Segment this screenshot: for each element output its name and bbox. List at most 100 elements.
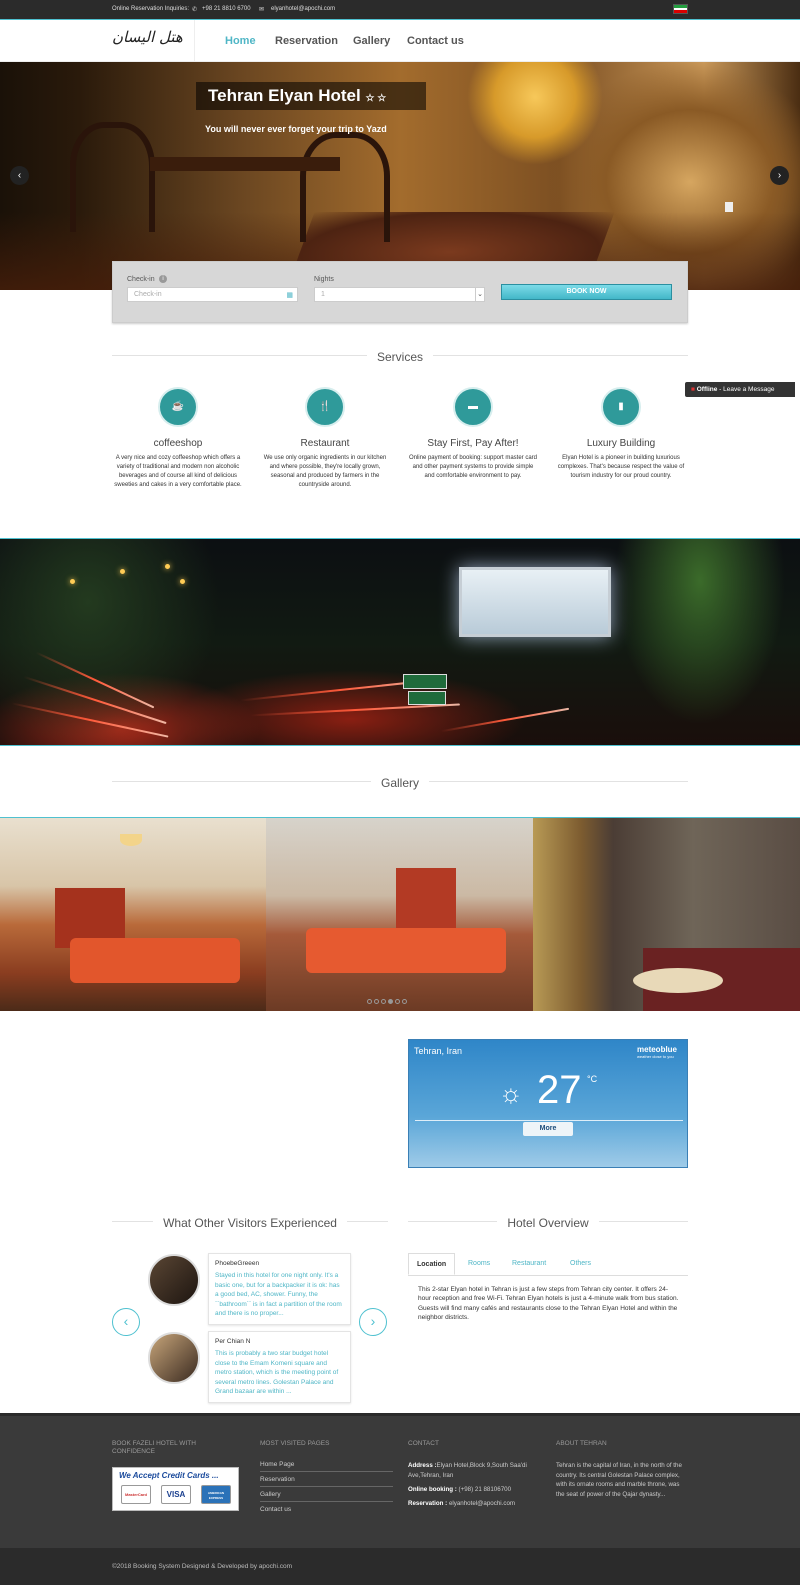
service-title: coffeeshop [153, 438, 203, 449]
iran-flag-icon[interactable] [673, 4, 688, 14]
street-light [165, 564, 170, 569]
gallery-image[interactable] [0, 818, 266, 1011]
wall-switch [725, 202, 733, 212]
gallery-image[interactable] [533, 818, 800, 1011]
utensils-icon: 🍴 [305, 387, 345, 427]
book-now-button[interactable]: BOOK NOW [501, 284, 672, 300]
checkin-label: Check-in [127, 276, 155, 283]
testimonial-name: PhoebeGreeen [215, 1260, 260, 1267]
service-title: Restaurant [300, 438, 350, 449]
tab-rooms[interactable]: Rooms [460, 1253, 498, 1275]
chevron-right-icon[interactable]: › [359, 1308, 387, 1336]
hotel-logo[interactable]: هتل الیسان [112, 28, 183, 46]
credit-cards-box: We Accept Credit Cards ... MasterCard VI… [112, 1467, 239, 1511]
envelope-icon: ✉ [259, 7, 265, 13]
gallery-carousel[interactable] [0, 817, 800, 1011]
weather-widget[interactable]: Tehran, Iran meteoblue weather close to … [408, 1039, 688, 1168]
service-title: Stay First, Pay After! [427, 438, 519, 449]
chair-image [70, 122, 155, 232]
chevron-right-icon[interactable]: › [770, 166, 789, 185]
calendar-icon[interactable]: ▦ [286, 291, 293, 299]
weather-tagline: weather close to you [637, 1054, 674, 1059]
phone-icon: ✆ [192, 7, 198, 13]
chat-widget[interactable]: ■ Offline - Leave a Message [685, 382, 795, 397]
chat-status: Offline [696, 386, 718, 393]
trees-right [600, 539, 800, 745]
footer-booking: Online booking : (+98) 21 88106700 [408, 1486, 512, 1493]
tab-others[interactable]: Others [562, 1253, 599, 1275]
light-streak [440, 707, 570, 733]
testimonials-heading-wrap: What Other Visitors Experienced [112, 1214, 388, 1232]
amex-icon: AMERICAN EXPRESS [201, 1485, 231, 1504]
hero-title: Tehran Elyan Hotel ☆ ☆ [208, 86, 387, 105]
road-sign [403, 674, 447, 689]
tab-location[interactable]: Location [408, 1253, 456, 1275]
service-text: We use only organic ingredients in our k… [263, 455, 387, 488]
testimonials-title: What Other Visitors Experienced [153, 1216, 347, 1230]
avatar [148, 1332, 200, 1384]
inquiries-label: Online Reservation Inquiries: [112, 6, 190, 12]
overview-title: Hotel Overview [497, 1216, 599, 1230]
services-title: Services [366, 350, 433, 364]
bed-image [306, 928, 506, 973]
table-image [150, 157, 340, 171]
nav-gallery[interactable]: Gallery [353, 35, 390, 47]
city-night-banner [0, 538, 800, 746]
service-text: A very nice and cozy coffeeshop which of… [114, 455, 242, 488]
gallery-heading-wrap: Gallery [0, 774, 800, 792]
nav-contact[interactable]: Contact us [407, 35, 464, 47]
footer-col2-title: MOST VISITED PAGES [260, 1440, 330, 1447]
table-image [633, 968, 723, 993]
avatar [148, 1254, 200, 1306]
site-header: هتل الیسان Home Reservation Gallery Cont… [0, 19, 800, 63]
footer-link-home[interactable]: Home Page [260, 1461, 393, 1472]
footer-address: Address :Elyan Hotel,Block 9,South Saa'd… [408, 1462, 527, 1479]
testimonial-card: Per Chian N This is probably a two star … [208, 1331, 351, 1403]
service-text: Online payment of booking: support maste… [408, 455, 538, 479]
street-light [180, 579, 185, 584]
email-link[interactable]: elyanhotel@apochi.com [271, 6, 335, 12]
credit-card-icon: ▬ [453, 387, 493, 427]
gallery-image[interactable] [266, 818, 533, 1011]
coffee-icon: ☕ [158, 387, 198, 427]
nav-home[interactable]: Home [225, 35, 256, 47]
cards-heading: We Accept Credit Cards ... [119, 1471, 219, 1480]
nav-reservation[interactable]: Reservation [275, 35, 338, 47]
service-text: Elyan Hotel is a pioneer in building lux… [557, 455, 685, 479]
weather-unit: °C [587, 1074, 598, 1084]
road-sign [408, 691, 446, 705]
phone-number[interactable]: +98 21 8810 6700 [202, 6, 251, 12]
testimonial-card: PhoebeGreeen Stayed in this hotel for on… [208, 1253, 351, 1325]
weather-brand[interactable]: meteoblue [637, 1045, 677, 1054]
tab-restaurant[interactable]: Restaurant [504, 1253, 554, 1275]
tabs-baseline [408, 1275, 688, 1276]
chat-action: Leave a Message [723, 386, 775, 393]
booking-form: Check-in i Check-in ▦ Nights 1 ⌄ BOOK NO… [112, 261, 688, 323]
footer-link-contact[interactable]: Contact us [260, 1506, 393, 1516]
footer-link-reservation[interactable]: Reservation [260, 1476, 393, 1487]
more-button[interactable]: More [523, 1122, 573, 1136]
top-bar: Online Reservation Inquiries: ✆ +98 21 8… [0, 0, 800, 19]
info-icon[interactable]: i [159, 275, 167, 283]
star-icons: ☆ ☆ [365, 93, 387, 104]
nights-select[interactable]: 1 ⌄ [314, 287, 485, 302]
checkin-input[interactable]: Check-in ▦ [127, 287, 298, 302]
testimonial-text[interactable]: This is probably a two star budget hotel… [215, 1349, 344, 1397]
chevron-down-icon[interactable]: ⌄ [475, 288, 484, 301]
trees-left [0, 539, 220, 745]
building-icon: ▮ [601, 387, 641, 427]
copyright-text: ©2018 Booking System Designed & Develope… [112, 1563, 293, 1570]
chat-icon: ■ [691, 386, 695, 393]
footer-reservation[interactable]: Reservation : elyanhotel@apochi.com [408, 1499, 538, 1509]
chevron-left-icon[interactable]: ‹ [112, 1308, 140, 1336]
testimonial-name: Per Chian N [215, 1338, 251, 1345]
footer-col4-title: ABOUT TEHRAN [556, 1440, 607, 1447]
divider [194, 20, 195, 63]
chair-image [300, 132, 390, 242]
testimonial-text[interactable]: Stayed in this hotel for one night only.… [215, 1271, 344, 1319]
nights-label: Nights [314, 276, 334, 283]
footer-link-gallery[interactable]: Gallery [260, 1491, 393, 1502]
chevron-left-icon[interactable]: ‹ [10, 166, 29, 185]
billboard-image [459, 567, 611, 637]
carousel-dots[interactable] [366, 991, 408, 1009]
